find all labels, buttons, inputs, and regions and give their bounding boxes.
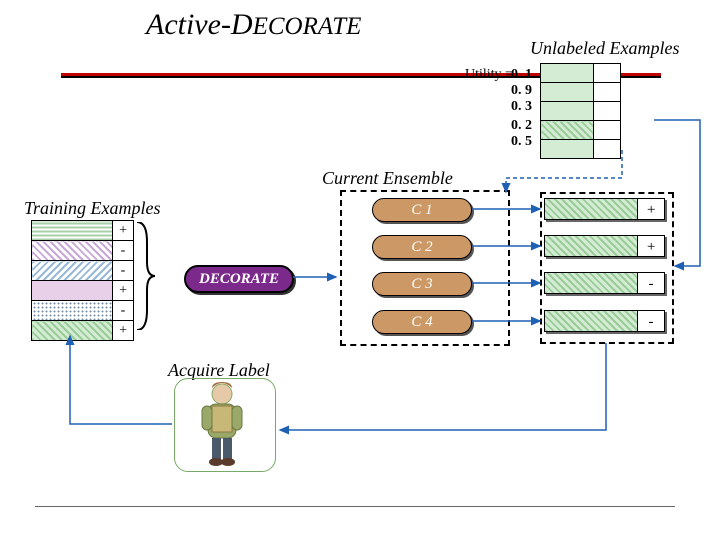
title-main: Active-D bbox=[146, 8, 253, 41]
prediction-sign: + bbox=[638, 198, 665, 220]
prediction-row: + bbox=[544, 235, 666, 257]
training-examples-table: + - - + - + bbox=[31, 220, 134, 341]
prediction-sign: - bbox=[638, 310, 665, 332]
utility-value-1: 0. 9 bbox=[511, 83, 532, 99]
prediction-row: + bbox=[544, 198, 666, 220]
table-row bbox=[541, 83, 621, 102]
title-smallcaps: ECORATE bbox=[253, 13, 362, 40]
table-row: + bbox=[32, 221, 134, 241]
classifier-c3: C 3 bbox=[372, 272, 472, 296]
table-row bbox=[541, 64, 621, 83]
table-row bbox=[541, 140, 621, 159]
prediction-cell bbox=[544, 235, 638, 257]
prediction-sign: + bbox=[638, 235, 665, 257]
table-row bbox=[541, 102, 621, 121]
footer-divider bbox=[35, 506, 675, 507]
table-row: - bbox=[32, 241, 134, 261]
utility-value-0: 0. 1 bbox=[511, 67, 532, 83]
utility-label: Utility = bbox=[465, 67, 513, 83]
prediction-row: - bbox=[544, 310, 666, 332]
current-ensemble-label: Current Ensemble bbox=[322, 168, 453, 189]
unlabeled-examples-table bbox=[540, 63, 621, 159]
table-row: - bbox=[32, 261, 134, 281]
classifier-c1: C 1 bbox=[372, 198, 472, 222]
prediction-sign: - bbox=[638, 272, 665, 294]
table-row: + bbox=[32, 321, 134, 341]
classifier-c4: C 4 bbox=[372, 310, 472, 334]
person-icon bbox=[194, 380, 254, 466]
utility-value-2: 0. 3 bbox=[511, 99, 532, 115]
page-title: Active-DECORATE bbox=[146, 8, 361, 42]
decorate-node: DECORATE bbox=[184, 265, 294, 293]
prediction-cell bbox=[544, 198, 638, 220]
prediction-row: - bbox=[544, 272, 666, 294]
table-row: + bbox=[32, 281, 134, 301]
prediction-cell bbox=[544, 310, 638, 332]
table-row: - bbox=[32, 301, 134, 321]
prediction-cell bbox=[544, 272, 638, 294]
utility-value-3: 0. 2 bbox=[511, 118, 532, 134]
classifier-c2: C 2 bbox=[372, 235, 472, 259]
unlabeled-examples-title: Unlabeled Examples bbox=[530, 38, 679, 59]
training-examples-title: Training Examples bbox=[24, 198, 161, 219]
utility-value-4: 0. 5 bbox=[511, 134, 532, 150]
brace-icon bbox=[135, 222, 155, 330]
table-row-selected bbox=[541, 121, 621, 140]
